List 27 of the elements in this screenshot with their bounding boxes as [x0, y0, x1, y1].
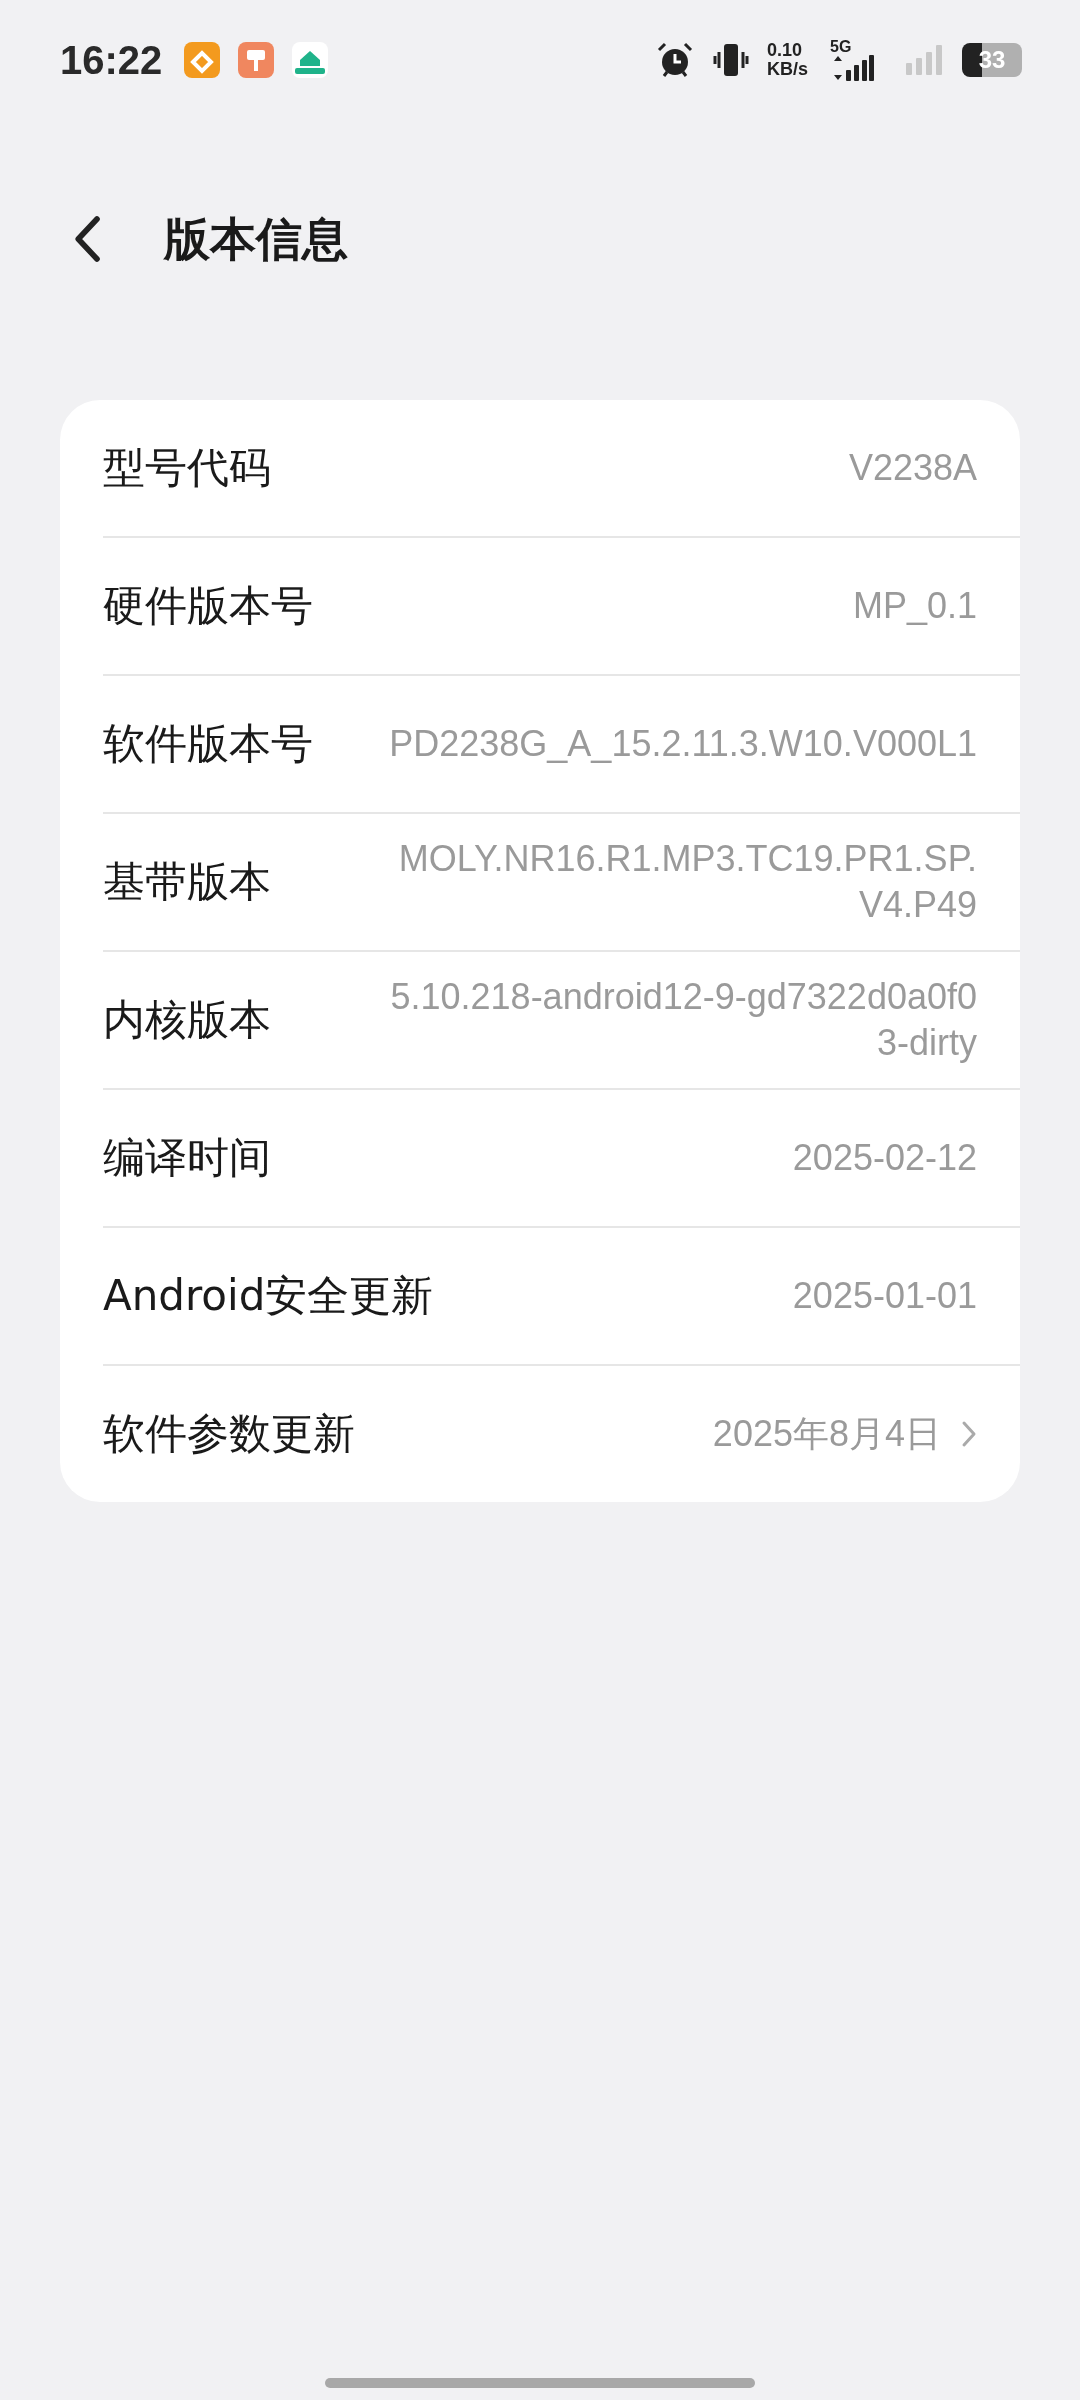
network-type: 5G [830, 39, 852, 55]
row-label: 软件版本号 [103, 718, 313, 770]
back-icon[interactable] [72, 214, 102, 264]
speed-unit: KB/s [767, 60, 808, 79]
row-value[interactable]: 2025年8月4日 [379, 1411, 941, 1457]
row-value: 5.10.218-android12-9-gd7322d0a0f03-dirty [389, 975, 977, 1065]
page-title: 版本信息 [164, 214, 348, 264]
app-icon [184, 42, 221, 78]
row-label: 编译时间 [103, 1132, 271, 1184]
row-label: 型号代码 [103, 442, 271, 494]
row-value: V2238A [847, 446, 977, 490]
row-label: 硬件版本号 [103, 580, 313, 632]
app-icon [292, 42, 329, 78]
row-value: MP_0.1 [851, 584, 977, 628]
row-label: 基带版本 [103, 856, 271, 908]
row-label: 软件参数更新 [103, 1408, 355, 1460]
status-time: 16:22 [60, 37, 163, 83]
row-value: 2025-01-01 [791, 1274, 977, 1318]
row-value: MOLY.NR16.R1.MP3.TC19.PR1.SP.V4.P49 [397, 837, 977, 927]
row-value: 2025-02-12 [791, 1136, 977, 1180]
row-value: PD2238G_A_15.2.11.3.W10.V000L1 [388, 722, 977, 766]
row-label: 内核版本 [103, 994, 271, 1046]
app-icon [238, 42, 275, 78]
signal-icon [904, 45, 944, 75]
speed-value: 0.10 [767, 41, 804, 60]
row-label: Android安全更新 [103, 1270, 434, 1322]
chevron-icon[interactable] [961, 1420, 977, 1448]
